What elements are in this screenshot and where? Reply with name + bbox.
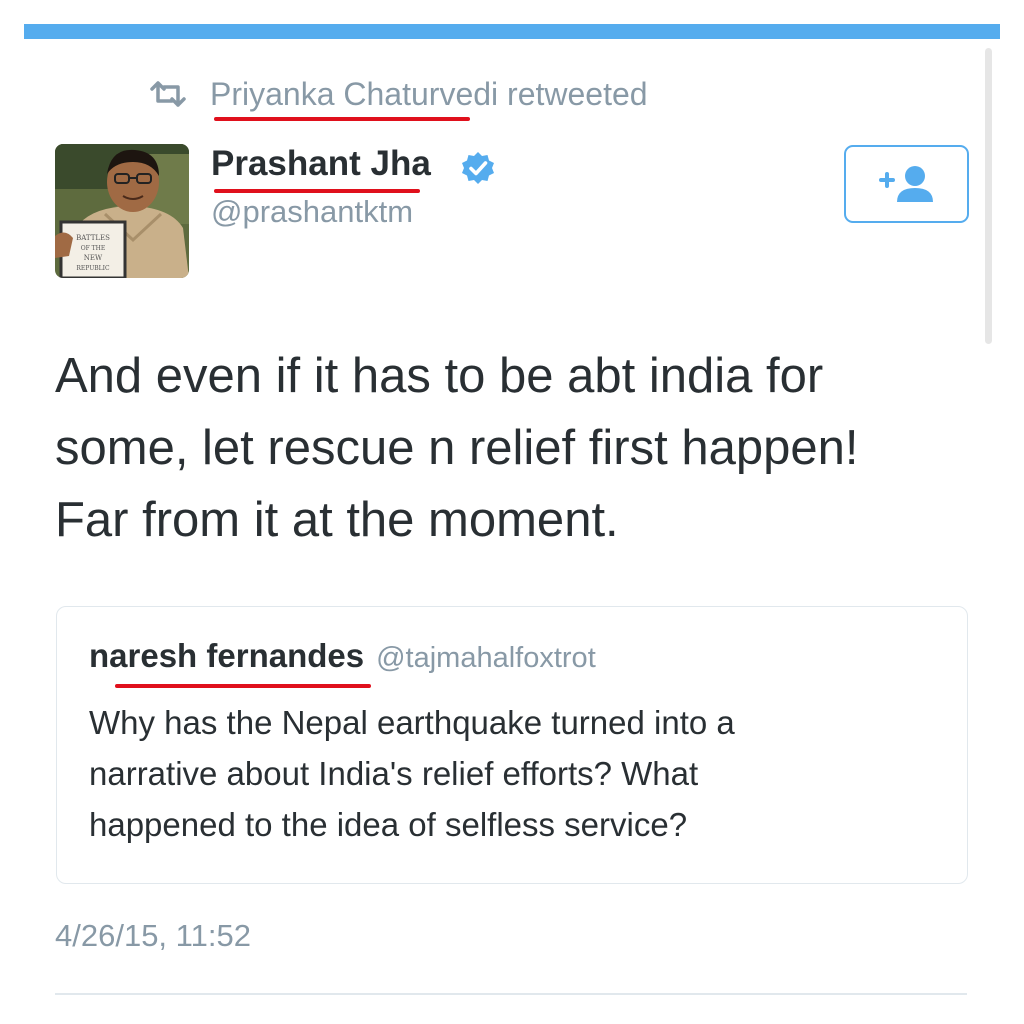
quoted-author-underline-annotation (115, 684, 371, 688)
follow-button[interactable] (844, 145, 969, 223)
retweeter-underline-annotation (214, 117, 470, 121)
quoted-author-name[interactable]: naresh fernandes (89, 637, 364, 675)
retweet-icon (150, 81, 186, 107)
author-avatar[interactable]: BATTLES OF THE NEW REPUBLIC (55, 144, 189, 278)
quoted-tweet-header: naresh fernandes @tajmahalfoxtrot (89, 637, 596, 675)
book-title-line-1: BATTLES (76, 234, 110, 242)
quoted-tweet-text: Why has the Nepal earthquake turned into… (89, 697, 949, 850)
book-title-line-2: OF THE (81, 245, 106, 252)
quoted-tweet-text-line: Why has the Nepal earthquake turned into… (89, 704, 735, 741)
book-title-line-4: REPUBLIC (76, 265, 110, 272)
top-accent-bar (24, 24, 1000, 39)
add-user-icon (878, 166, 933, 202)
book-title-line-3: NEW (84, 254, 103, 262)
tweet-timestamp[interactable]: 4/26/15, 11:52 (55, 918, 251, 954)
verified-badge-icon (462, 152, 494, 184)
divider (55, 993, 967, 995)
tweet-text-line: Far from it at the moment. (55, 493, 619, 547)
quoted-author-handle[interactable]: @tajmahalfoxtrot (376, 642, 596, 675)
quoted-tweet-text-line: happened to the idea of selfless service… (89, 806, 688, 843)
author-handle[interactable]: @prashantktm (211, 194, 413, 230)
quoted-tweet-card[interactable]: naresh fernandes @tajmahalfoxtrot Why ha… (56, 606, 968, 884)
tweet-text-line: some, let rescue n relief first happen! (55, 421, 859, 475)
tweet-text: And even if it has to be abt india for s… (55, 340, 975, 556)
retweet-context: Priyanka Chaturvedi retweeted (148, 72, 648, 116)
retweeted-by-link[interactable]: Priyanka Chaturvedi retweeted (210, 76, 648, 113)
avatar-photo: BATTLES OF THE NEW REPUBLIC (55, 144, 189, 278)
author-underline-annotation (214, 189, 420, 193)
tweet-text-line: And even if it has to be abt india for (55, 349, 824, 403)
author-name[interactable]: Prashant Jha (211, 144, 431, 184)
scrollbar[interactable] (985, 48, 992, 344)
quoted-tweet-text-line: narrative about India's relief efforts? … (89, 755, 699, 792)
